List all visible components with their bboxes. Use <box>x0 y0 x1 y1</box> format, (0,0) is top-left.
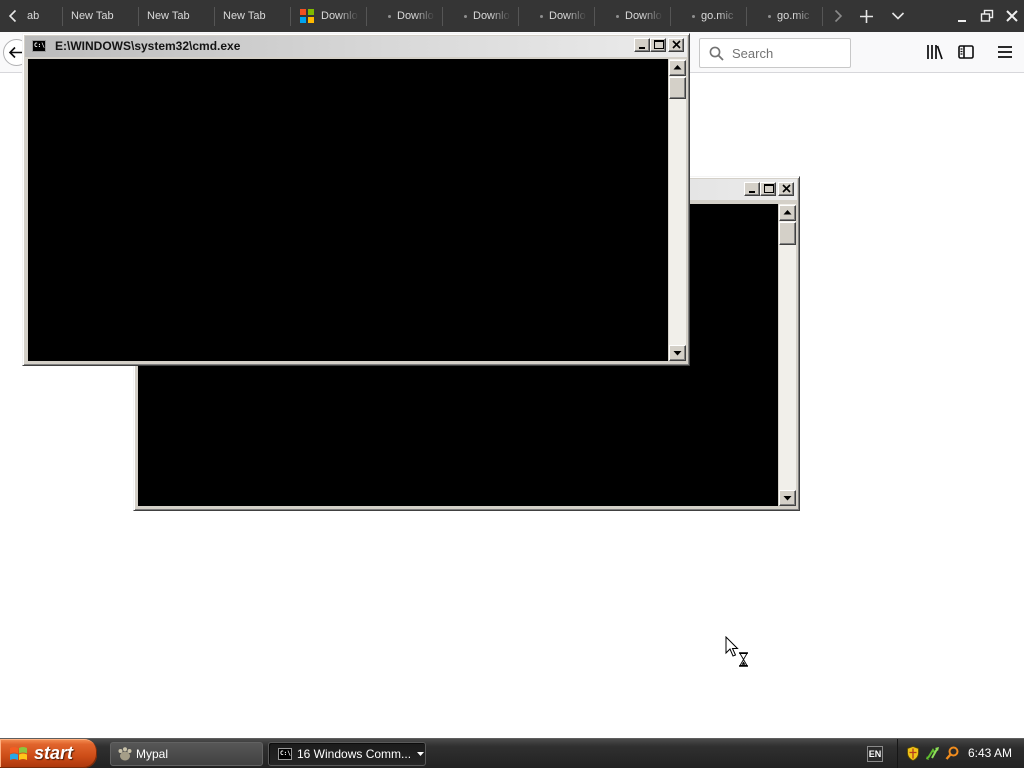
start-label: start <box>34 743 74 763</box>
dot-icon <box>388 15 391 18</box>
tab[interactable]: Downlo <box>442 0 518 32</box>
arrow-up-icon <box>673 65 682 70</box>
tab[interactable]: go.mic <box>746 0 822 32</box>
start-button[interactable]: start <box>0 739 97 768</box>
tab-label: Downlo <box>397 10 434 22</box>
tab[interactable]: ab <box>26 0 62 32</box>
busy-arrow-cursor-icon <box>725 636 751 668</box>
security-shield-icon[interactable] <box>907 746 919 761</box>
microsoft-logo-icon <box>300 9 314 23</box>
tab[interactable]: New Tab <box>62 0 138 32</box>
arrow-down-icon <box>783 496 792 501</box>
window-title: E:\WINDOWS\system32\cmd.exe <box>55 39 241 53</box>
maximize-button[interactable] <box>650 38 666 52</box>
tab[interactable]: New Tab <box>138 0 214 32</box>
sidebar-icon[interactable] <box>958 45 974 59</box>
windows-logo-icon <box>9 745 29 763</box>
minimize-icon[interactable] <box>955 10 969 24</box>
tab[interactable]: Downlo <box>518 0 594 32</box>
minimize-icon <box>749 191 755 193</box>
taskbar-button-mypal[interactable]: Mypal <box>110 742 263 766</box>
maximize-button[interactable] <box>760 182 776 196</box>
minimize-button[interactable] <box>744 182 760 196</box>
tab[interactable]: Downlo <box>290 0 366 32</box>
minimize-button[interactable] <box>634 38 650 52</box>
tab-label: Downlo <box>625 10 662 22</box>
console-output[interactable] <box>28 59 668 361</box>
cmd-window-front[interactable]: C:\ E:\WINDOWS\system32\cmd.exe <box>22 33 690 366</box>
taskbar-button-label: 16 Windows Comm... <box>297 747 412 761</box>
hamburger-menu-icon[interactable] <box>997 45 1013 59</box>
scroll-down-button[interactable] <box>669 345 686 361</box>
search-placeholder[interactable]: Search <box>732 46 773 61</box>
close-icon <box>782 184 791 193</box>
mypal-icon <box>117 746 133 762</box>
close-icon <box>672 40 681 49</box>
network-icon[interactable] <box>926 746 940 761</box>
library-icon[interactable] <box>926 44 943 60</box>
clock[interactable]: 6:43 AM <box>968 739 1012 768</box>
minimize-icon <box>639 47 645 49</box>
arrow-down-icon <box>673 351 682 356</box>
dot-icon <box>540 15 543 18</box>
chevron-down-icon[interactable] <box>891 10 905 22</box>
arrow-up-icon <box>783 210 792 215</box>
close-button[interactable] <box>668 38 684 52</box>
dot-icon <box>692 15 695 18</box>
scroll-thumb[interactable] <box>779 222 796 245</box>
tab-separator <box>822 7 823 26</box>
vertical-scrollbar[interactable] <box>778 204 796 506</box>
tab-label: Downlo <box>549 10 586 22</box>
taskbar-button-label: Mypal <box>136 747 169 761</box>
tab[interactable]: Downlo <box>594 0 670 32</box>
tab[interactable]: go.mic <box>670 0 746 32</box>
title-bar[interactable]: C:\ E:\WINDOWS\system32\cmd.exe <box>25 36 687 57</box>
tab-label: New Tab <box>223 10 266 22</box>
tab-label: ab <box>27 10 40 22</box>
tab-label: Downlo <box>473 10 510 22</box>
scroll-thumb[interactable] <box>669 77 686 99</box>
dot-icon <box>768 15 771 18</box>
system-tray: 6:43 AM <box>897 739 1024 768</box>
maximize-icon <box>764 184 774 193</box>
tab-strip: ab New Tab New Tab New Tab Downlo Downlo… <box>0 0 1024 32</box>
scroll-up-button[interactable] <box>669 60 686 76</box>
dot-icon <box>616 15 619 18</box>
restore-icon[interactable] <box>980 9 994 23</box>
tab[interactable]: New Tab <box>214 0 290 32</box>
tab-label: go.mic <box>777 10 810 22</box>
cmd-icon: C:\ <box>32 40 46 52</box>
search-box[interactable]: Search <box>699 38 851 68</box>
cmd-icon: C:\ <box>278 748 292 760</box>
tab-label: go.mic <box>701 10 734 22</box>
search-icon <box>709 46 724 61</box>
chevron-right-icon[interactable] <box>831 9 845 23</box>
dropdown-arrow-icon[interactable] <box>417 752 424 757</box>
maximize-icon <box>654 40 664 49</box>
dot-icon <box>464 15 467 18</box>
language-indicator[interactable]: EN <box>867 746 883 762</box>
plus-icon[interactable] <box>859 9 874 24</box>
taskbar: start Mypal C:\ 16 Windows Comm... EN 6:… <box>0 738 1024 768</box>
tab-label: New Tab <box>147 10 190 22</box>
close-icon[interactable] <box>1005 9 1019 23</box>
scroll-up-button[interactable] <box>779 205 796 221</box>
scroll-down-button[interactable] <box>779 490 796 506</box>
tab-label: Downlo <box>321 10 358 22</box>
taskbar-button-cmd-group[interactable]: C:\ 16 Windows Comm... <box>268 742 426 766</box>
chevron-left-icon[interactable] <box>6 9 20 23</box>
tab-label: New Tab <box>71 10 114 22</box>
tab[interactable]: Downlo <box>366 0 442 32</box>
search-tray-icon[interactable] <box>945 746 959 761</box>
close-button[interactable] <box>778 182 794 196</box>
vertical-scrollbar[interactable] <box>668 59 686 361</box>
